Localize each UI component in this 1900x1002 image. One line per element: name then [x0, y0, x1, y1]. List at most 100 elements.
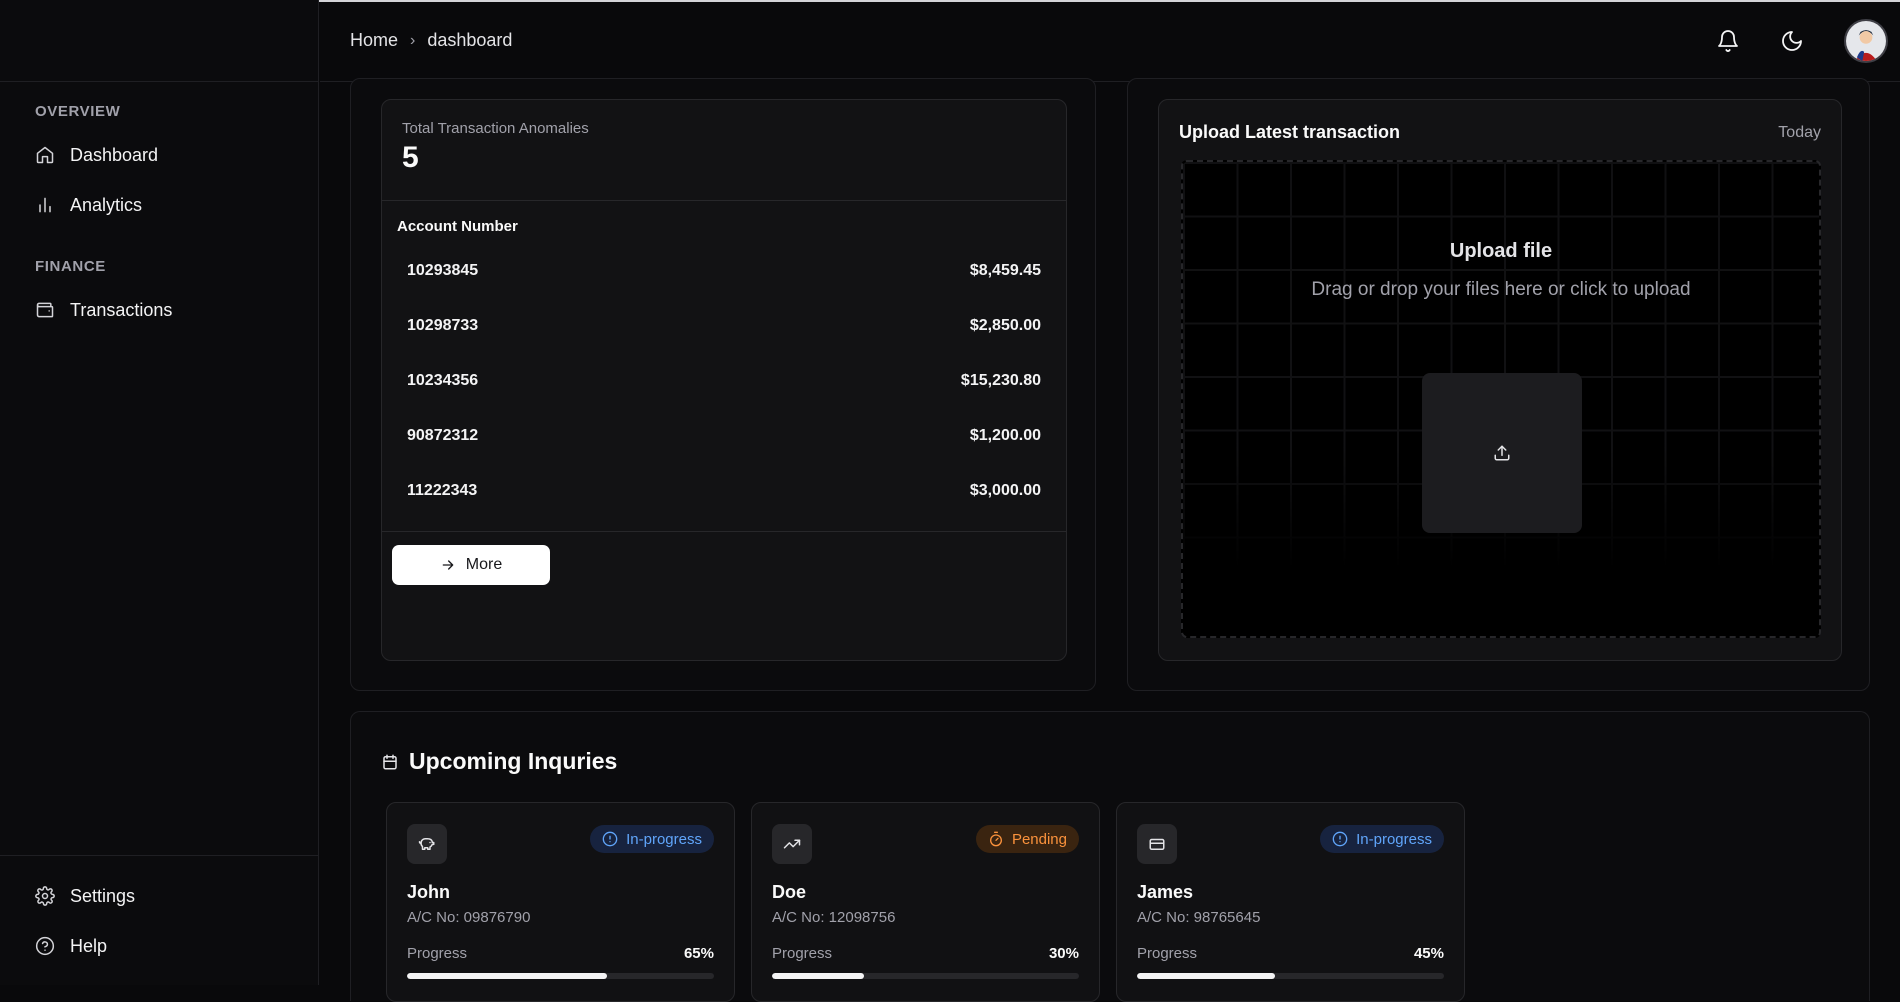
table-row[interactable]: 10234356 $15,230.80 — [407, 366, 1041, 396]
progress-value: 45% — [1413, 945, 1444, 962]
help-circle-icon — [35, 936, 55, 956]
inquiry-account: A/C No: 09876790 — [407, 909, 531, 926]
gear-icon — [35, 886, 55, 906]
amount: $2,850.00 — [969, 317, 1041, 334]
avatar[interactable] — [1844, 19, 1888, 63]
sidebar-item-label: Analytics — [70, 194, 143, 215]
upload-panel: Upload Latest transaction Today Upload f… — [1127, 78, 1870, 691]
sidebar-item-label: Settings — [70, 885, 136, 906]
inquiry-name: John — [407, 882, 450, 902]
sidebar-item-settings[interactable]: Settings — [0, 874, 319, 918]
anomalies-count: 5 — [402, 141, 419, 174]
progress-label: Progress — [772, 945, 833, 962]
moon-icon[interactable] — [1780, 29, 1804, 53]
breadcrumb: Home › dashboard — [350, 30, 512, 51]
sidebar-item-label: Dashboard — [70, 144, 159, 165]
progress-bar — [772, 973, 1079, 979]
progress-value: 30% — [1048, 945, 1079, 962]
sidebar-item-transactions[interactable]: Transactions — [0, 288, 318, 332]
bell-icon[interactable] — [1716, 29, 1740, 53]
account-number: 10298733 — [407, 317, 479, 334]
upload-description: Drag or drop your files here or click to… — [1311, 279, 1691, 300]
inquiry-account: A/C No: 98765645 — [1137, 909, 1261, 926]
file-dropzone[interactable]: Upload file Drag or drop your files here… — [1181, 160, 1821, 638]
inquiries-panel: Upcoming Inquries In-progress John A/C N… — [350, 711, 1870, 1002]
inquiry-account: A/C No: 12098756 — [772, 909, 896, 926]
inquiries-title: Upcoming Inquries — [381, 748, 617, 775]
anomalies-panel: Total Transaction Anomalies 5 Account Nu… — [350, 78, 1096, 691]
more-button-label: More — [465, 556, 503, 573]
status-text: In-progress — [1356, 830, 1432, 848]
progress-bar — [407, 973, 714, 979]
breadcrumb-home[interactable]: Home — [350, 30, 398, 51]
inquiry-name: James — [1137, 882, 1194, 902]
calendar-icon — [383, 754, 397, 769]
divider — [382, 531, 1066, 532]
more-button[interactable]: More — [392, 545, 550, 585]
table-row[interactable]: 10293845 $8,459.45 — [407, 256, 1041, 286]
sidebar-item-label: Transactions — [70, 299, 173, 320]
status-text: In-progress — [626, 830, 702, 848]
inquiries-title-text: Upcoming Inquries — [409, 748, 618, 774]
inquiry-card[interactable]: In-progress James A/C No: 98765645 Progr… — [1116, 802, 1465, 1002]
chevron-right-icon: › — [410, 31, 416, 49]
inquiry-name: Doe — [772, 882, 807, 902]
top-bar: Home › dashboard — [320, 0, 1900, 82]
sidebar-item-label: Help — [70, 935, 108, 956]
section-title-overview: OVERVIEW — [35, 103, 121, 120]
upload-date: Today — [1778, 124, 1821, 141]
breadcrumb-current: dashboard — [427, 30, 513, 50]
amount: $8,459.45 — [969, 262, 1041, 279]
status-text: Pending — [1011, 830, 1067, 848]
arrow-right-icon — [442, 560, 454, 570]
header-actions — [1716, 0, 1900, 82]
credit-card-icon — [1137, 824, 1177, 864]
upload-title: Upload Latest transaction — [1179, 122, 1401, 142]
home-icon — [36, 146, 54, 164]
info-icon — [1332, 831, 1348, 847]
progress-value: 65% — [683, 945, 714, 962]
inquiry-card[interactable]: In-progress John A/C No: 09876790 Progre… — [386, 802, 735, 1002]
account-number-header: Account Number — [397, 218, 518, 235]
amount: $3,000.00 — [969, 482, 1041, 499]
sidebar-footer: Settings Help — [0, 855, 319, 968]
wallet-icon — [36, 302, 54, 318]
table-row[interactable]: 11222343 $3,000.00 — [407, 476, 1041, 506]
account-number: 10234356 — [407, 372, 479, 389]
progress-label: Progress — [1137, 945, 1198, 962]
upload-card: Upload Latest transaction Today Upload f… — [1158, 99, 1842, 661]
progress-fill — [772, 973, 865, 979]
sidebar-item-help[interactable]: Help — [0, 924, 319, 968]
sidebar-header — [0, 0, 318, 82]
bar-chart-icon — [39, 197, 51, 213]
info-icon — [602, 831, 618, 847]
upload-icon — [1494, 445, 1510, 461]
progress-fill — [1137, 973, 1276, 979]
sidebar-item-dashboard[interactable]: Dashboard — [0, 133, 318, 177]
trending-up-icon — [772, 824, 812, 864]
progress-bar — [1137, 973, 1444, 979]
anomalies-label: Total Transaction Anomalies — [402, 120, 589, 137]
upload-button[interactable] — [1422, 373, 1582, 533]
progress-fill — [407, 973, 607, 979]
anomalies-card: Total Transaction Anomalies 5 Account Nu… — [381, 99, 1067, 661]
anomalies-summary: Total Transaction Anomalies 5 — [402, 120, 589, 175]
amount: $1,200.00 — [969, 427, 1041, 444]
status-badge: In-progress — [1320, 825, 1444, 853]
amount: $15,230.80 — [960, 372, 1041, 389]
status-badge: Pending — [975, 825, 1079, 853]
table-row[interactable]: 10298733 $2,850.00 — [407, 311, 1041, 341]
sidebar: OVERVIEW Dashboard Analytics FINANCE Tra… — [0, 0, 319, 985]
inquiry-card[interactable]: Pending Doe A/C No: 12098756 Progress 30… — [751, 802, 1100, 1002]
divider — [382, 200, 1066, 201]
account-number: 90872312 — [407, 427, 479, 444]
account-number: 11222343 — [407, 482, 478, 499]
upload-heading: Upload file — [1449, 240, 1553, 262]
status-badge: In-progress — [590, 825, 714, 853]
table-row[interactable]: 90872312 $1,200.00 — [407, 421, 1041, 451]
progress-label: Progress — [407, 945, 468, 962]
sidebar-item-analytics[interactable]: Analytics — [0, 183, 318, 227]
piggy-bank-icon — [407, 824, 447, 864]
account-number: 10293845 — [407, 262, 479, 279]
section-title-finance: FINANCE — [35, 258, 106, 275]
